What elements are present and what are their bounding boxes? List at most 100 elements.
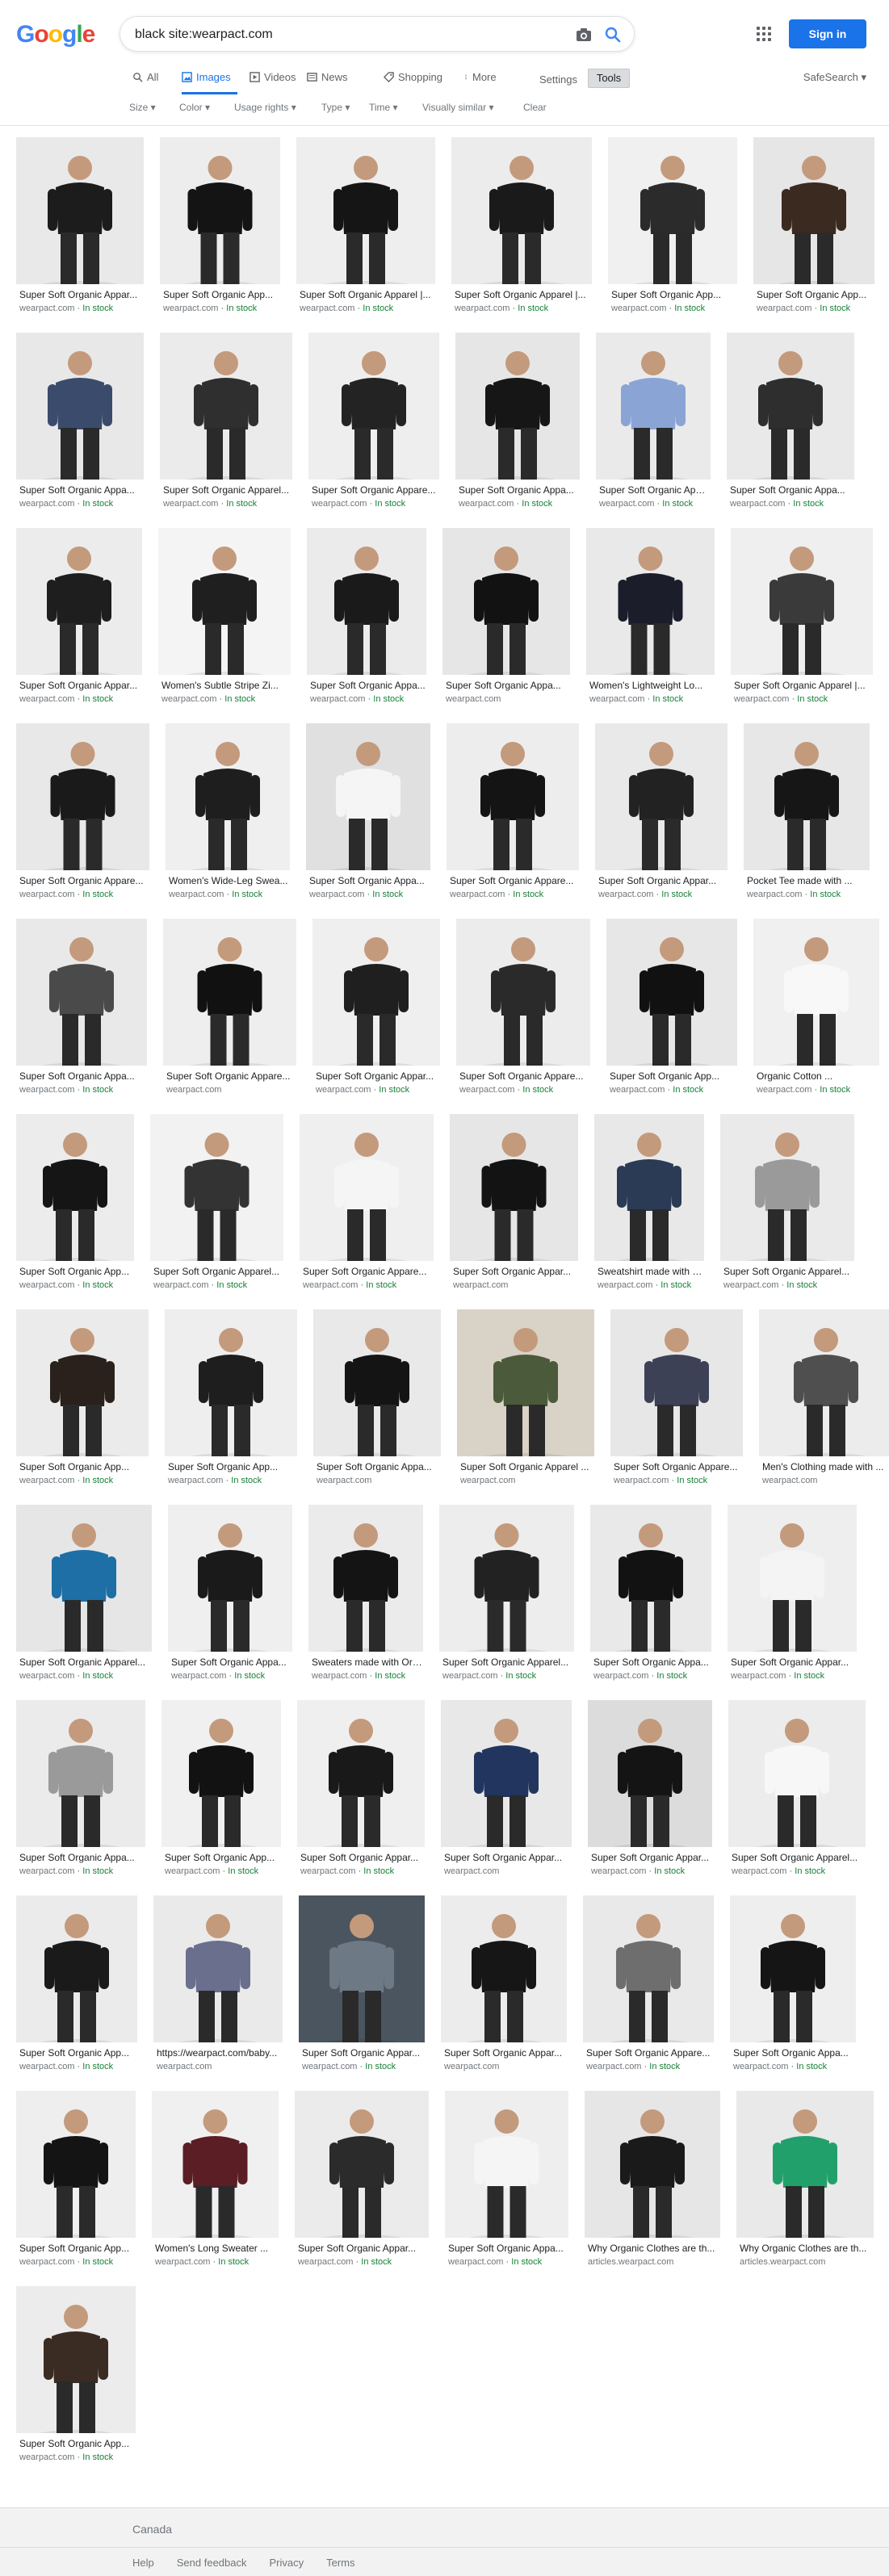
result-title[interactable]: Sweaters made with Org... bbox=[312, 1657, 423, 1668]
tab-images[interactable]: Images bbox=[182, 71, 231, 83]
image-result[interactable]: Men's Clothing made with ... wearpact.com bbox=[759, 1309, 889, 1495]
image-result[interactable]: Super Soft Organic App... wearpact.com · … bbox=[16, 1895, 137, 2081]
result-title[interactable]: Super Soft Organic App... bbox=[168, 1461, 297, 1472]
image-result[interactable]: Super Soft Organic Appare... wearpact.com… bbox=[456, 919, 590, 1104]
result-thumbnail[interactable] bbox=[586, 528, 715, 675]
result-thumbnail[interactable] bbox=[728, 1505, 857, 1652]
image-result[interactable]: Super Soft Organic Appare... wearpact.com… bbox=[610, 1309, 743, 1495]
result-title[interactable]: Why Organic Clothes are th... bbox=[588, 2243, 720, 2254]
image-result[interactable]: Why Organic Clothes are th... articles.we… bbox=[736, 2091, 874, 2277]
image-result[interactable]: Super Soft Organic Appar... wearpact.com … bbox=[595, 723, 728, 909]
image-result[interactable]: Super Soft Organic Appa... wearpact.com ·… bbox=[16, 1700, 145, 1886]
result-title[interactable]: Super Soft Organic Appa... bbox=[19, 1070, 147, 1082]
result-title[interactable]: Super Soft Organic Appare... bbox=[459, 1070, 590, 1082]
result-title[interactable]: Super Soft Organic Appare... bbox=[19, 875, 149, 886]
image-result[interactable]: Sweatshirt made with O... wearpact.com · … bbox=[594, 1114, 704, 1300]
result-thumbnail[interactable] bbox=[736, 2091, 874, 2238]
result-title[interactable]: Super Soft Organic Appar... bbox=[19, 289, 144, 300]
result-title[interactable]: Super Soft Organic Appar... bbox=[300, 1852, 425, 1863]
result-thumbnail[interactable] bbox=[16, 528, 142, 675]
result-title[interactable]: Super Soft Organic Apparel... bbox=[153, 1266, 283, 1277]
image-result[interactable]: Sweaters made with Org... wearpact.com · … bbox=[308, 1505, 423, 1690]
result-thumbnail[interactable] bbox=[312, 919, 440, 1066]
image-result[interactable]: Super Soft Organic Appare... wearpact.com… bbox=[16, 723, 149, 909]
tab-shopping[interactable]: Shopping bbox=[384, 71, 442, 83]
image-result[interactable]: Women's Wide-Leg Swea... wearpact.com · I… bbox=[166, 723, 290, 909]
result-thumbnail[interactable] bbox=[728, 1700, 866, 1847]
image-result[interactable]: Super Soft Organic Appar... wearpact.com … bbox=[312, 919, 440, 1104]
image-result[interactable]: Super Soft Organic Appare... wearpact.com… bbox=[300, 1114, 434, 1300]
result-title[interactable]: Super Soft Organic Appar... bbox=[598, 875, 728, 886]
result-title[interactable]: Pocket Tee made with ... bbox=[747, 875, 870, 886]
result-thumbnail[interactable] bbox=[16, 1114, 134, 1261]
result-thumbnail[interactable] bbox=[583, 1895, 714, 2042]
result-title[interactable]: Super Soft Organic Appar... bbox=[298, 2243, 429, 2254]
result-thumbnail[interactable] bbox=[168, 1505, 292, 1652]
result-thumbnail[interactable] bbox=[296, 137, 435, 284]
result-thumbnail[interactable] bbox=[595, 723, 728, 870]
result-thumbnail[interactable] bbox=[439, 1505, 574, 1652]
filter-clear[interactable]: Clear bbox=[523, 102, 547, 113]
image-result[interactable]: Super Soft Organic Appa... wearpact.com ·… bbox=[590, 1505, 711, 1690]
image-result[interactable]: Super Soft Organic App... wearpact.com · … bbox=[16, 2286, 136, 2472]
result-thumbnail[interactable] bbox=[166, 723, 290, 870]
result-title[interactable]: Super Soft Organic Appare... bbox=[614, 1461, 743, 1472]
image-result[interactable]: Super Soft Organic App... wearpact.com · … bbox=[161, 1700, 281, 1886]
result-title[interactable]: Super Soft Organic Apparel |... bbox=[300, 289, 435, 300]
footer-link-terms[interactable]: Terms bbox=[326, 2557, 354, 2569]
result-thumbnail[interactable] bbox=[585, 2091, 720, 2238]
result-thumbnail[interactable] bbox=[16, 1895, 137, 2042]
apps-grid-icon[interactable] bbox=[753, 23, 773, 43]
result-thumbnail[interactable] bbox=[594, 1114, 704, 1261]
image-result[interactable]: Why Organic Clothes are th... articles.we… bbox=[585, 2091, 720, 2277]
image-result[interactable]: Super Soft Organic Appa... wearpact.com ·… bbox=[727, 333, 854, 518]
image-result[interactable]: Super Soft Organic Apparel... wearpact.co… bbox=[16, 1505, 152, 1690]
image-result[interactable]: Super Soft Organic Apparel |... wearpact.… bbox=[296, 137, 435, 323]
result-thumbnail[interactable] bbox=[588, 1700, 712, 1847]
tab-all[interactable]: All bbox=[132, 71, 158, 83]
image-result[interactable]: Super Soft Organic Appa... wearpact.com bbox=[313, 1309, 441, 1495]
result-thumbnail[interactable] bbox=[308, 333, 439, 480]
result-title[interactable]: Super Soft Organic App... bbox=[19, 2243, 136, 2254]
result-title[interactable]: Super Soft Organic App... bbox=[757, 289, 874, 300]
result-title[interactable]: Super Soft Organic Appa... bbox=[171, 1657, 292, 1668]
result-thumbnail[interactable] bbox=[16, 723, 149, 870]
image-result[interactable]: Super Soft Organic Appare... wearpact.com bbox=[163, 919, 296, 1104]
image-result[interactable]: Super Soft Organic Appar... wearpact.com bbox=[450, 1114, 578, 1300]
image-result[interactable]: Women's Subtle Stripe Zi... wearpact.com … bbox=[158, 528, 291, 714]
result-thumbnail[interactable] bbox=[161, 1700, 281, 1847]
result-thumbnail[interactable] bbox=[308, 1505, 423, 1652]
image-result[interactable]: Super Soft Organic Appar... wearpact.com … bbox=[596, 333, 711, 518]
search-input[interactable] bbox=[135, 25, 555, 44]
image-result[interactable]: Super Soft Organic Appar... wearpact.com … bbox=[588, 1700, 712, 1886]
result-thumbnail[interactable] bbox=[457, 1309, 594, 1456]
image-result[interactable]: Super Soft Organic Appar... wearpact.com … bbox=[16, 528, 142, 714]
result-title[interactable]: Sweatshirt made with O... bbox=[598, 1266, 704, 1277]
result-thumbnail[interactable] bbox=[590, 1505, 711, 1652]
image-result[interactable]: Super Soft Organic Appare... wearpact.com… bbox=[583, 1895, 714, 2081]
image-result[interactable]: Super Soft Organic Appa... wearpact.com ·… bbox=[16, 919, 147, 1104]
result-title[interactable]: Super Soft Organic Apparel ... bbox=[460, 1461, 594, 1472]
result-thumbnail[interactable] bbox=[608, 137, 737, 284]
google-logo[interactable]: Google bbox=[16, 21, 95, 48]
image-result[interactable]: Super Soft Organic App... wearpact.com · … bbox=[16, 1309, 149, 1495]
image-result[interactable]: Super Soft Organic App... wearpact.com · … bbox=[160, 137, 280, 323]
filter-usagerights[interactable]: Usage rights ▾ bbox=[234, 102, 296, 113]
result-thumbnail[interactable] bbox=[152, 2091, 279, 2238]
image-result[interactable]: Super Soft Organic Apparel |... wearpact.… bbox=[451, 137, 592, 323]
result-title[interactable]: Super Soft Organic Appare... bbox=[586, 2047, 714, 2059]
result-thumbnail[interactable] bbox=[731, 528, 873, 675]
image-result[interactable]: Super Soft Organic App... wearpact.com · … bbox=[16, 1114, 134, 1300]
result-title[interactable]: Super Soft Organic Appare... bbox=[303, 1266, 434, 1277]
result-title[interactable]: Super Soft Organic Appa... bbox=[309, 875, 430, 886]
image-result[interactable]: Super Soft Organic Apparel |... wearpact.… bbox=[731, 528, 873, 714]
result-title[interactable]: Super Soft Organic Apparel |... bbox=[455, 289, 592, 300]
result-title[interactable]: Super Soft Organic Appare... bbox=[450, 875, 579, 886]
result-thumbnail[interactable] bbox=[451, 137, 592, 284]
filter-size[interactable]: Size ▾ bbox=[129, 102, 156, 113]
result-thumbnail[interactable] bbox=[306, 723, 430, 870]
result-title[interactable]: Super Soft Organic App... bbox=[19, 1266, 134, 1277]
filter-visuallysimilar[interactable]: Visually similar ▾ bbox=[422, 102, 494, 113]
camera-icon[interactable] bbox=[574, 25, 593, 44]
result-title[interactable]: Super Soft Organic App... bbox=[610, 1070, 737, 1082]
